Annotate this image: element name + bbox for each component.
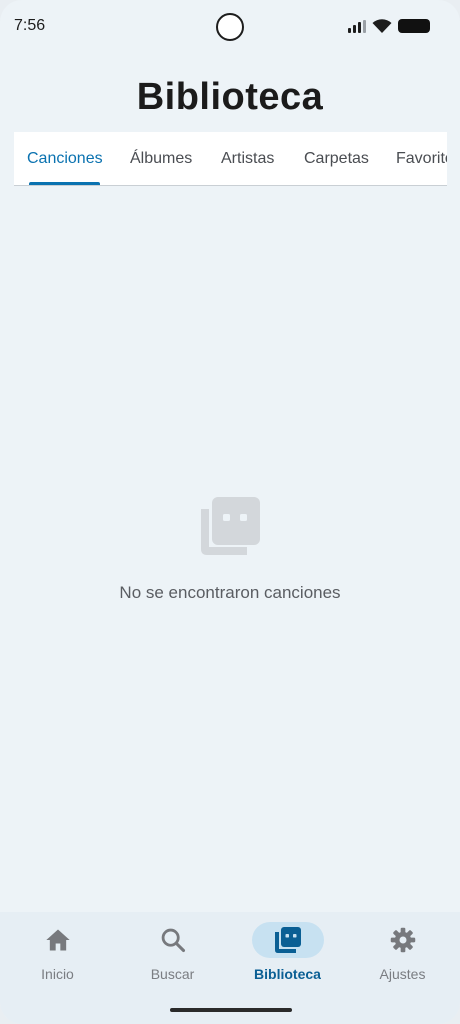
library-icon — [274, 927, 301, 953]
page-title: Biblioteca — [136, 76, 324, 118]
status-bar: 7:56 — [0, 0, 460, 52]
signal-icon — [348, 19, 366, 33]
tab-bar: Canciones Álbumes Artistas Carpetas Favo… — [14, 132, 447, 186]
nav-item-ajustes[interactable]: Ajustes — [345, 922, 460, 992]
nav-label-inicio: Inicio — [41, 966, 74, 982]
status-icons — [348, 18, 430, 34]
nav-pill-biblioteca — [251, 922, 324, 958]
library-music-icon — [201, 497, 260, 555]
tab-active-indicator — [29, 182, 100, 185]
nav-item-inicio[interactable]: Inicio — [0, 922, 115, 992]
nav-pill-ajustes — [367, 922, 439, 958]
wifi-icon — [372, 19, 392, 33]
battery-icon — [398, 19, 430, 33]
nav-label-buscar: Buscar — [150, 966, 195, 982]
tab-albumes[interactable]: Álbumes — [130, 132, 192, 185]
home-icon — [45, 929, 70, 951]
tab-favoritos[interactable]: Favoritos — [396, 132, 447, 185]
phone-screen: 7:56 Biblioteca Canciones Álbumes Artist… — [0, 0, 460, 1024]
nav-item-biblioteca[interactable]: Biblioteca — [230, 922, 345, 992]
search-icon — [161, 928, 185, 953]
camera-cutout — [216, 13, 244, 41]
empty-state-message: No se encontraron canciones — [119, 583, 341, 602]
gear-icon — [390, 927, 415, 953]
tab-carpetas[interactable]: Carpetas — [304, 132, 369, 185]
status-time: 7:56 — [14, 17, 46, 34]
tab-artistas[interactable]: Artistas — [221, 132, 274, 185]
nav-label-biblioteca: Biblioteca — [254, 966, 321, 982]
home-indicator[interactable] — [170, 1008, 292, 1012]
nav-item-buscar[interactable]: Buscar — [115, 922, 230, 992]
tab-canciones[interactable]: Canciones — [27, 132, 103, 185]
nav-pill-inicio — [22, 922, 94, 958]
nav-pill-buscar — [137, 922, 209, 958]
nav-label-ajustes: Ajustes — [379, 966, 426, 982]
